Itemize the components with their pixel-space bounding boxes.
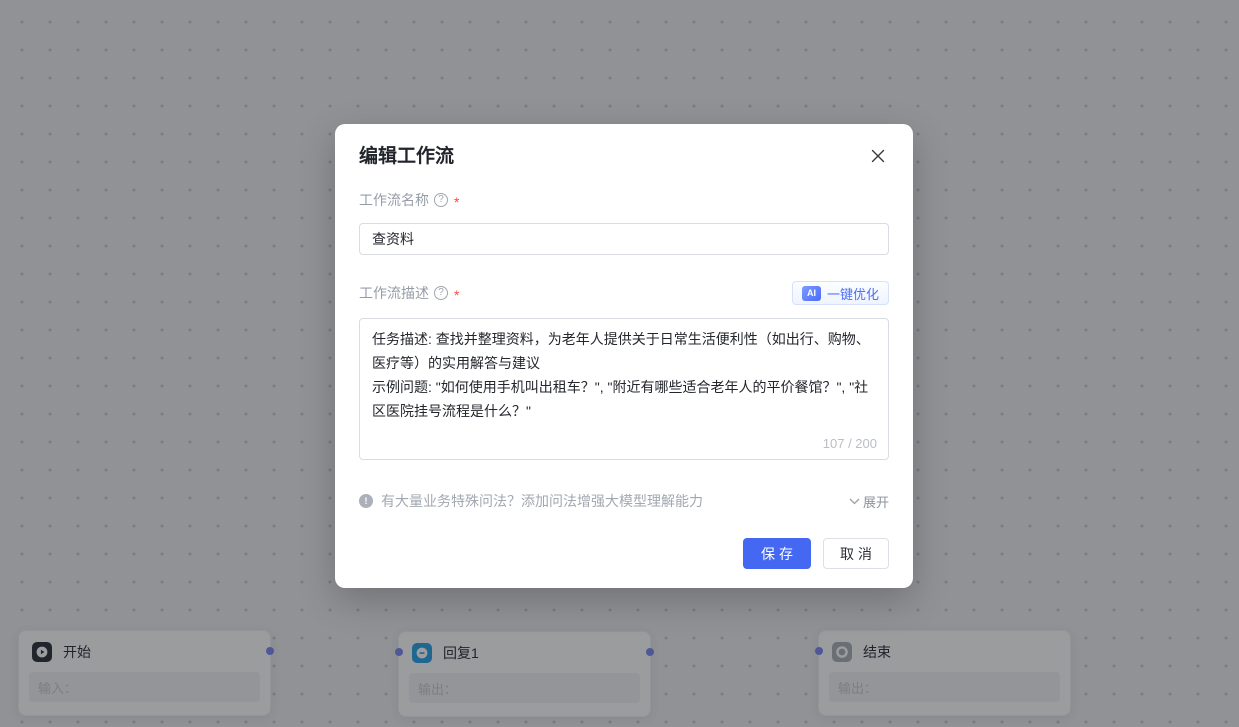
chevron-down-icon [849,492,860,510]
info-icon: ! [359,494,373,508]
expand-label: 展开 [862,494,889,510]
ai-optimize-label: 一键优化 [826,286,879,302]
close-button[interactable] [867,146,889,168]
close-icon [871,149,885,166]
help-icon[interactable]: ? [434,193,448,207]
workflow-description-textarea[interactable]: 任务描述: 查找并整理资料，为老年人提供关于日常生活便利性（如出行、购物、医疗等… [359,318,889,460]
workflow-name-input[interactable] [359,223,889,255]
help-icon[interactable]: ? [434,286,448,300]
ai-badge-icon: AI [801,285,821,301]
desc-field-label: 工作流描述 [359,285,429,301]
hint-text: 有大量业务特殊问法？添加问法增强大模型理解能力 [381,493,703,509]
expand-toggle[interactable]: 展开 [849,492,889,511]
required-mark: * [454,287,460,303]
name-field-label: 工作流名称 [359,192,429,208]
cancel-button[interactable]: 取消 [823,538,889,569]
ai-optimize-button[interactable]: AI 一键优化 [791,281,889,305]
required-mark: * [454,194,460,210]
edit-workflow-dialog: 编辑工作流 工作流名称 ? * 工作流描述 ? * AI 一键优化 任务描述: … [335,124,913,588]
dialog-title: 编辑工作流 [359,146,455,167]
save-button[interactable]: 保存 [743,538,811,569]
